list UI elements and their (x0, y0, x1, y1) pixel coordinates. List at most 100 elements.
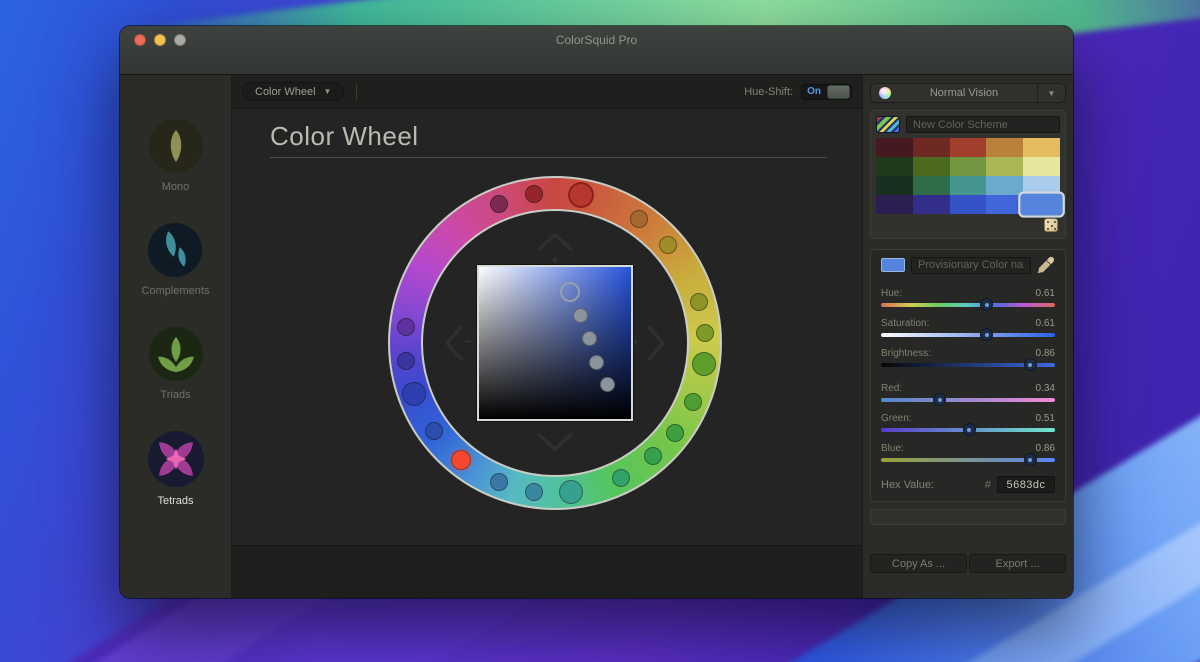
palette-swatch[interactable] (876, 176, 913, 195)
ring-dot[interactable] (659, 236, 677, 254)
palette-swatch[interactable] (913, 157, 950, 176)
randomize-dice-icon[interactable] (1044, 218, 1058, 232)
ring-dot[interactable] (666, 424, 684, 442)
chevron-down-icon[interactable]: ▼ (1037, 84, 1065, 102)
ring-dot[interactable] (559, 480, 583, 504)
toggle-knob[interactable] (827, 85, 850, 99)
color-wheel-icon (879, 87, 891, 99)
palette-swatch[interactable] (986, 195, 1023, 214)
view-selector-dropdown[interactable]: Color Wheel ▼ (242, 82, 344, 101)
slider-knob[interactable] (980, 328, 993, 341)
sv-dot[interactable] (589, 355, 604, 370)
ring-dot-accent[interactable] (451, 450, 471, 470)
palette-swatch[interactable] (1023, 157, 1060, 176)
chevron-down-icon: ▼ (324, 87, 332, 96)
ring-dot[interactable] (490, 473, 508, 491)
ring-dot[interactable] (630, 210, 648, 228)
palette-swatch[interactable] (876, 138, 913, 157)
saturation-brightness-square[interactable] (477, 265, 633, 421)
ring-dot[interactable] (490, 195, 508, 213)
palette-swatch[interactable] (913, 176, 950, 195)
slider-knob[interactable] (980, 298, 993, 311)
sv-dot[interactable] (573, 308, 588, 323)
app-window: ColorSquid Pro Mono (120, 26, 1073, 598)
main-area: Color Wheel ▼ Hue-Shift: On Color Wheel (232, 75, 862, 598)
export-button[interactable]: Export ... (969, 554, 1066, 573)
slider-track[interactable] (881, 428, 1055, 432)
slider-value: 0.86 (1036, 348, 1055, 359)
slider-knob[interactable] (963, 423, 976, 436)
ring-dot[interactable] (692, 352, 716, 376)
mono-icon (149, 119, 203, 173)
hue-shift-toggle[interactable]: On (801, 84, 852, 100)
sv-dot-outline[interactable] (560, 282, 580, 302)
sv-dot[interactable] (582, 331, 597, 346)
palette-swatch[interactable] (1023, 176, 1060, 195)
color-name-input[interactable] (911, 257, 1031, 274)
slider-value: 0.61 (1036, 288, 1055, 299)
palette-swatch[interactable] (986, 157, 1023, 176)
slider-track[interactable] (881, 398, 1055, 402)
ring-dot[interactable] (684, 393, 702, 411)
palette-swatch[interactable] (950, 157, 987, 176)
main-toolbar: Color Wheel ▼ Hue-Shift: On (232, 75, 862, 109)
arrow-left-icon[interactable] (444, 323, 464, 363)
scheme-name-input[interactable] (906, 116, 1060, 133)
slider-track[interactable] (881, 458, 1055, 462)
color-wheel[interactable]: + − − + (388, 176, 722, 510)
sidebar-item-mono[interactable]: Mono (149, 119, 203, 193)
palette-swatch[interactable] (950, 176, 987, 195)
palette-swatch[interactable] (1023, 138, 1060, 157)
hex-label: Hex Value: (881, 479, 934, 491)
sidebar-item-tetrads[interactable]: Tetrads (148, 431, 204, 507)
hex-input[interactable] (997, 476, 1055, 493)
palette-swatch-selected[interactable] (1021, 194, 1063, 216)
hue-shift-label: Hue-Shift: (744, 86, 793, 98)
slider-green: Green:0.51 (881, 413, 1055, 432)
slider-saturation: Saturation:0.61 (881, 318, 1055, 337)
slider-value: 0.61 (1036, 318, 1055, 329)
current-color-swatch[interactable] (881, 258, 905, 272)
slider-label: Brightness: (881, 348, 931, 359)
view-selector-label: Color Wheel (255, 86, 316, 98)
sidebar-item-label: Complements (142, 285, 210, 297)
palette-swatch[interactable] (950, 138, 987, 157)
arrow-right-icon[interactable] (646, 323, 666, 363)
slider-track[interactable] (881, 303, 1055, 307)
toggle-state-label: On (802, 86, 826, 97)
arrow-down-icon[interactable] (535, 432, 575, 452)
ring-dot[interactable] (425, 422, 443, 440)
sidebar-item-complements[interactable]: Complements (142, 223, 210, 297)
ring-dot[interactable] (696, 324, 714, 342)
vision-dropdown-label: Normal Vision (891, 87, 1037, 99)
titlebar[interactable]: ColorSquid Pro (120, 26, 1073, 75)
palette-swatch[interactable] (986, 176, 1023, 195)
copy-as-button[interactable]: Copy As ... (870, 554, 967, 573)
ring-dot[interactable] (612, 469, 630, 487)
slider-knob[interactable] (933, 393, 946, 406)
scheme-box (870, 110, 1066, 239)
slider-knob[interactable] (1024, 453, 1037, 466)
palette-swatch[interactable] (913, 138, 950, 157)
palette-swatch[interactable] (876, 195, 913, 214)
eyedropper-icon[interactable] (1037, 256, 1055, 274)
hash-symbol: # (985, 479, 991, 491)
slider-label: Hue: (881, 288, 902, 299)
main-content: Color Wheel + − − + (232, 109, 862, 545)
slider-track[interactable] (881, 333, 1055, 337)
palette-swatch[interactable] (876, 157, 913, 176)
page-title: Color Wheel (270, 121, 419, 152)
palette-swatch[interactable] (950, 195, 987, 214)
slider-knob[interactable] (1024, 358, 1037, 371)
palette-swatch[interactable] (913, 195, 950, 214)
minus-sign: − (464, 334, 472, 349)
slider-track[interactable] (881, 363, 1055, 367)
palette-swatch[interactable] (986, 138, 1023, 157)
sv-dot[interactable] (600, 377, 615, 392)
scheme-stripes-icon (876, 116, 900, 133)
ring-dot[interactable] (690, 293, 708, 311)
ring-dot[interactable] (525, 483, 543, 501)
sidebar-item-triads[interactable]: Triads (149, 327, 203, 401)
arrow-up-icon[interactable] (535, 232, 575, 252)
vision-dropdown[interactable]: Normal Vision ▼ (870, 83, 1066, 103)
